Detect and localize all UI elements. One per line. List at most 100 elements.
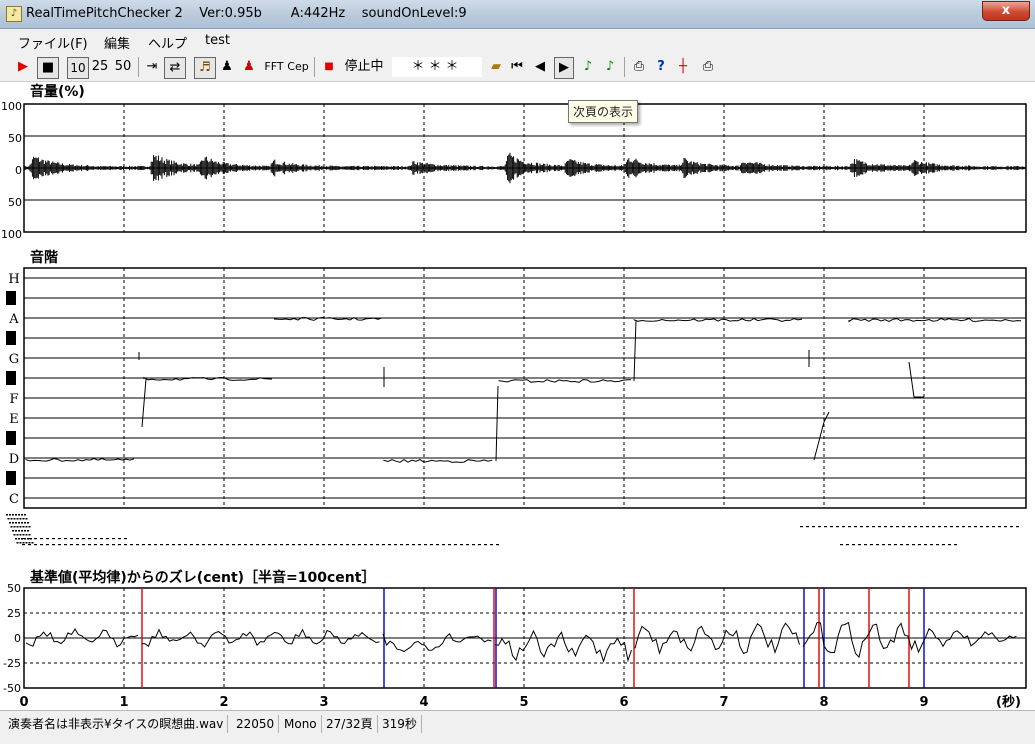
- strip-dot: [124, 538, 127, 540]
- strip-dot: [340, 544, 343, 546]
- strip-dot: [244, 544, 247, 546]
- music-note-icon[interactable]: ♪: [579, 57, 597, 77]
- speed-50-button[interactable]: 50: [113, 57, 133, 77]
- open-folder-icon[interactable]: ▰: [486, 57, 506, 77]
- strip-dot: [28, 534, 31, 536]
- cent-panel-title: 基準値(平均律)からのズレ(cent)［半音=100cent］: [30, 569, 375, 586]
- strip-dot: [882, 544, 885, 546]
- strip-dot: [932, 526, 935, 528]
- strip-dot: [118, 538, 121, 540]
- strip-dot: [262, 544, 265, 546]
- music-note-2-icon[interactable]: ♪: [601, 57, 619, 77]
- loop-icon[interactable]: ⇄: [164, 57, 186, 79]
- note-strip: [6, 514, 1019, 546]
- black-key-icon: [6, 331, 16, 345]
- strip-dot: [142, 544, 145, 546]
- strip-dot: [40, 538, 43, 540]
- strip-dot: [27, 530, 29, 532]
- strip-dot: [322, 544, 325, 546]
- help-icon[interactable]: ?: [652, 57, 670, 77]
- time-axis: 0 1 2 3 4 5 6 7 8 9: [19, 695, 928, 710]
- strip-dot: [472, 544, 475, 546]
- strip-dot: [974, 526, 977, 528]
- strip-dot: [6, 514, 8, 516]
- strip-dot: [13, 534, 16, 536]
- play-icon[interactable]: ▶: [14, 57, 32, 77]
- strip-dot: [800, 526, 803, 528]
- print-preview-icon[interactable]: ⎙: [698, 57, 718, 77]
- strip-dot: [888, 544, 891, 546]
- time-tick-label: 9: [919, 695, 928, 710]
- time-tick-label: 1: [119, 695, 128, 710]
- cep-button[interactable]: Cep: [287, 57, 309, 77]
- status-length: 319秒: [378, 715, 422, 733]
- speed-10-button[interactable]: 10: [67, 57, 89, 79]
- strip-dot: [884, 526, 887, 528]
- strip-dot: [858, 544, 861, 546]
- strip-dot: [412, 544, 415, 546]
- cent-tick-label: 50: [7, 582, 21, 595]
- menu-test[interactable]: test: [205, 33, 230, 48]
- singer-icon[interactable]: ♟: [240, 57, 258, 77]
- strip-dot: [860, 526, 863, 528]
- speed-25-button[interactable]: 25: [90, 57, 110, 77]
- tuning-fork-icon: ♪: [6, 6, 22, 22]
- time-tick-label: 0: [19, 695, 28, 710]
- strip-dot: [21, 522, 23, 524]
- strip-dot: [148, 544, 151, 546]
- strip-dot: [436, 544, 439, 546]
- violin-icon[interactable]: ♬: [194, 57, 216, 79]
- print-icon[interactable]: ⎙: [629, 57, 649, 77]
- volume-tick-label: 100: [1, 100, 22, 113]
- stop-icon[interactable]: ■: [37, 57, 59, 79]
- strip-dot: [906, 544, 909, 546]
- strip-dot: [442, 544, 445, 546]
- record-stop-icon[interactable]: ■: [321, 57, 337, 77]
- strip-dot: [178, 544, 181, 546]
- strip-dot: [82, 538, 85, 540]
- strip-dot: [448, 544, 451, 546]
- strip-dot: [840, 544, 843, 546]
- menu-help[interactable]: ヘルプ: [148, 33, 187, 52]
- jump-to-end-icon[interactable]: ⇥: [143, 57, 161, 77]
- strip-dot: [88, 544, 91, 546]
- strip-dot: [12, 522, 14, 524]
- next-page-tooltip: 次頁の表示: [568, 100, 639, 123]
- note-label: F: [9, 392, 18, 407]
- strip-dot: [382, 544, 385, 546]
- fft-button[interactable]: FFT: [262, 57, 286, 77]
- player-icon[interactable]: ♟: [218, 57, 236, 77]
- strip-dot: [334, 544, 337, 546]
- marker-icon[interactable]: ┼: [674, 57, 692, 77]
- strip-dot: [496, 544, 499, 546]
- strip-dot: [130, 544, 133, 546]
- strip-dot: [172, 544, 175, 546]
- strip-dot: [980, 526, 983, 528]
- strip-dot: [21, 530, 23, 532]
- cent-tick-label: -50: [3, 682, 21, 695]
- next-page-icon[interactable]: ▶: [554, 57, 574, 79]
- strip-dot: [214, 544, 217, 546]
- strip-dot: [352, 544, 355, 546]
- strip-dot: [854, 526, 857, 528]
- strip-dot: [28, 538, 31, 540]
- strip-dot: [824, 526, 827, 528]
- menu-file[interactable]: ファイル(F): [18, 33, 88, 52]
- strip-dot: [34, 538, 37, 540]
- close-button[interactable]: x: [982, 1, 1030, 21]
- strip-dot: [64, 544, 67, 546]
- strip-dot: [40, 544, 43, 546]
- first-page-icon[interactable]: ⏮: [508, 57, 526, 77]
- strip-dot: [94, 538, 97, 540]
- strip-dot: [220, 544, 223, 546]
- strip-dot: [18, 530, 20, 532]
- black-key-icon: [6, 371, 16, 385]
- volume-tick-label: 100: [1, 228, 22, 241]
- strip-dot: [28, 544, 31, 546]
- cent-tick-label: -25: [3, 657, 21, 670]
- previous-page-icon[interactable]: ◀: [531, 57, 549, 77]
- strip-dot: [358, 544, 361, 546]
- strip-dot: [19, 542, 22, 544]
- menu-edit[interactable]: 編集: [104, 33, 130, 52]
- strip-dot: [846, 544, 849, 546]
